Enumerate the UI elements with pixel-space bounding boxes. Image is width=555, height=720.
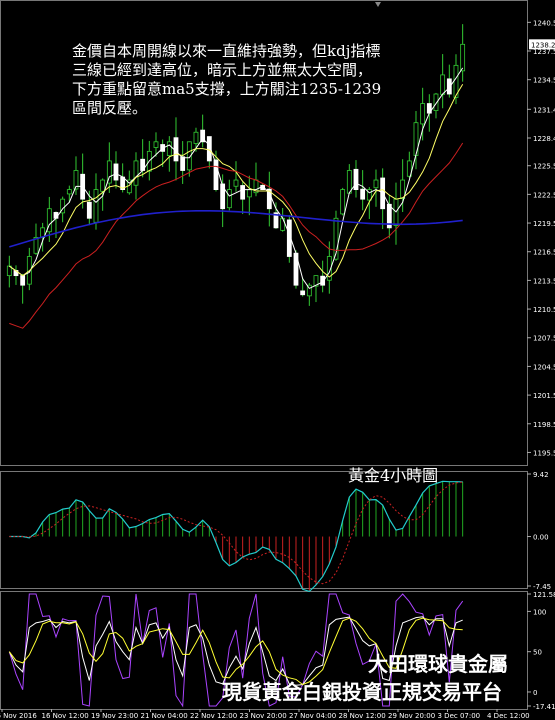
candle-body <box>166 141 172 156</box>
candle-body <box>173 137 179 162</box>
current-price-label: 1238.2 <box>531 41 555 49</box>
price-tick-label: 1213.5 <box>533 277 555 285</box>
kdj-tick-label: 50 <box>533 649 542 657</box>
brand-slogan: 現貨黃金白銀投資正規交易平台 <box>222 680 502 704</box>
candle-body <box>53 212 59 219</box>
candle-body <box>240 185 246 200</box>
candle-body <box>280 217 286 231</box>
chart-title: 黃金4小時圖 <box>348 466 439 485</box>
x-tick-label: 27 Nov 04:00 <box>289 712 336 720</box>
candle-body <box>400 179 406 200</box>
candle-body <box>460 43 466 72</box>
candle-body <box>353 168 359 191</box>
price-tick-label: 1228.4 <box>533 135 555 143</box>
price-tick-label: 1195.5 <box>533 449 555 457</box>
candle-body <box>340 189 346 215</box>
x-tick-label: 4 Dec 12:00 <box>487 712 530 720</box>
candle-body <box>133 160 139 186</box>
kdj-tick-label: 121.58 <box>533 591 555 599</box>
x-tick-label: 16 Nov 12:00 <box>42 712 89 720</box>
candle-body <box>246 189 252 198</box>
price-tick-label: 1210.5 <box>533 306 555 314</box>
note-line-1: 金價自本周開線以來一直維持強勢，但kdj指標 <box>72 42 381 60</box>
macd-tick-label: -7.45 <box>533 583 551 591</box>
candle-body <box>300 290 306 296</box>
note-line-2: 三線已經到達高位，暗示上方並無太大空間， <box>72 61 373 79</box>
price-tick-label: 1204.5 <box>533 363 555 371</box>
analysis-note: 金價自本周開線以來一直維持強勢，但kdj指標 三線已經到達高位，暗示上方並無太大… <box>72 42 452 118</box>
candle-body <box>346 170 352 194</box>
brand-name: 大田環球貴金屬 <box>368 652 508 676</box>
candle-body <box>93 189 99 223</box>
candle-body <box>193 131 199 144</box>
price-tick-label: 1240.5 <box>533 19 555 27</box>
x-tick-label: 19 Nov 23:00 <box>91 712 138 720</box>
x-tick-label: 23 Nov 20:00 <box>240 712 287 720</box>
candle-body <box>373 179 379 189</box>
candle-body <box>153 141 159 148</box>
price-tick-label: 1222.5 <box>533 191 555 199</box>
x-tick-label: 28 Nov 12:00 <box>339 712 386 720</box>
candle-body <box>233 179 239 187</box>
price-tick-label: 1219.5 <box>533 220 555 228</box>
candle-body <box>226 189 232 209</box>
price-tick-label: 1201.5 <box>533 392 555 400</box>
macd-tick-label: 0.00 <box>533 534 549 542</box>
price-tick-label: 1234.5 <box>533 77 555 85</box>
note-line-4: 區間反壓。 <box>72 99 148 117</box>
x-tick-label: 21 Nov 04:00 <box>141 712 188 720</box>
x-tick-label: 22 Nov 12:00 <box>190 712 237 720</box>
candle-body <box>86 201 92 219</box>
price-tick-label: 1225.5 <box>533 163 555 171</box>
macd-tick-label: 9.42 <box>533 471 549 479</box>
candle-body <box>113 163 119 181</box>
candle-body <box>66 189 72 195</box>
kdj-tick-label: -17.411 <box>533 703 555 711</box>
kdj-tick-label: 0 <box>533 689 537 697</box>
candle-body <box>360 188 366 200</box>
price-tick-label: 1198.5 <box>533 421 555 429</box>
note-line-3: 下方重點留意ma5支撐，上方關注1235-1239 <box>72 80 382 98</box>
kdj-tick-label: 100 <box>533 608 546 616</box>
candle-body <box>180 156 186 171</box>
x-tick-label: 16 Nov 2016 <box>0 712 37 720</box>
price-tick-label: 1231.4 <box>533 106 555 114</box>
x-tick-label: 29 Nov 20:00 <box>388 712 435 720</box>
price-tick-label: 1216.5 <box>533 249 555 257</box>
x-tick-label: 3 Dec 07:00 <box>438 712 481 720</box>
candle-body <box>100 179 106 192</box>
candle-body <box>20 275 26 286</box>
price-tick-label: 1207.5 <box>533 335 555 343</box>
